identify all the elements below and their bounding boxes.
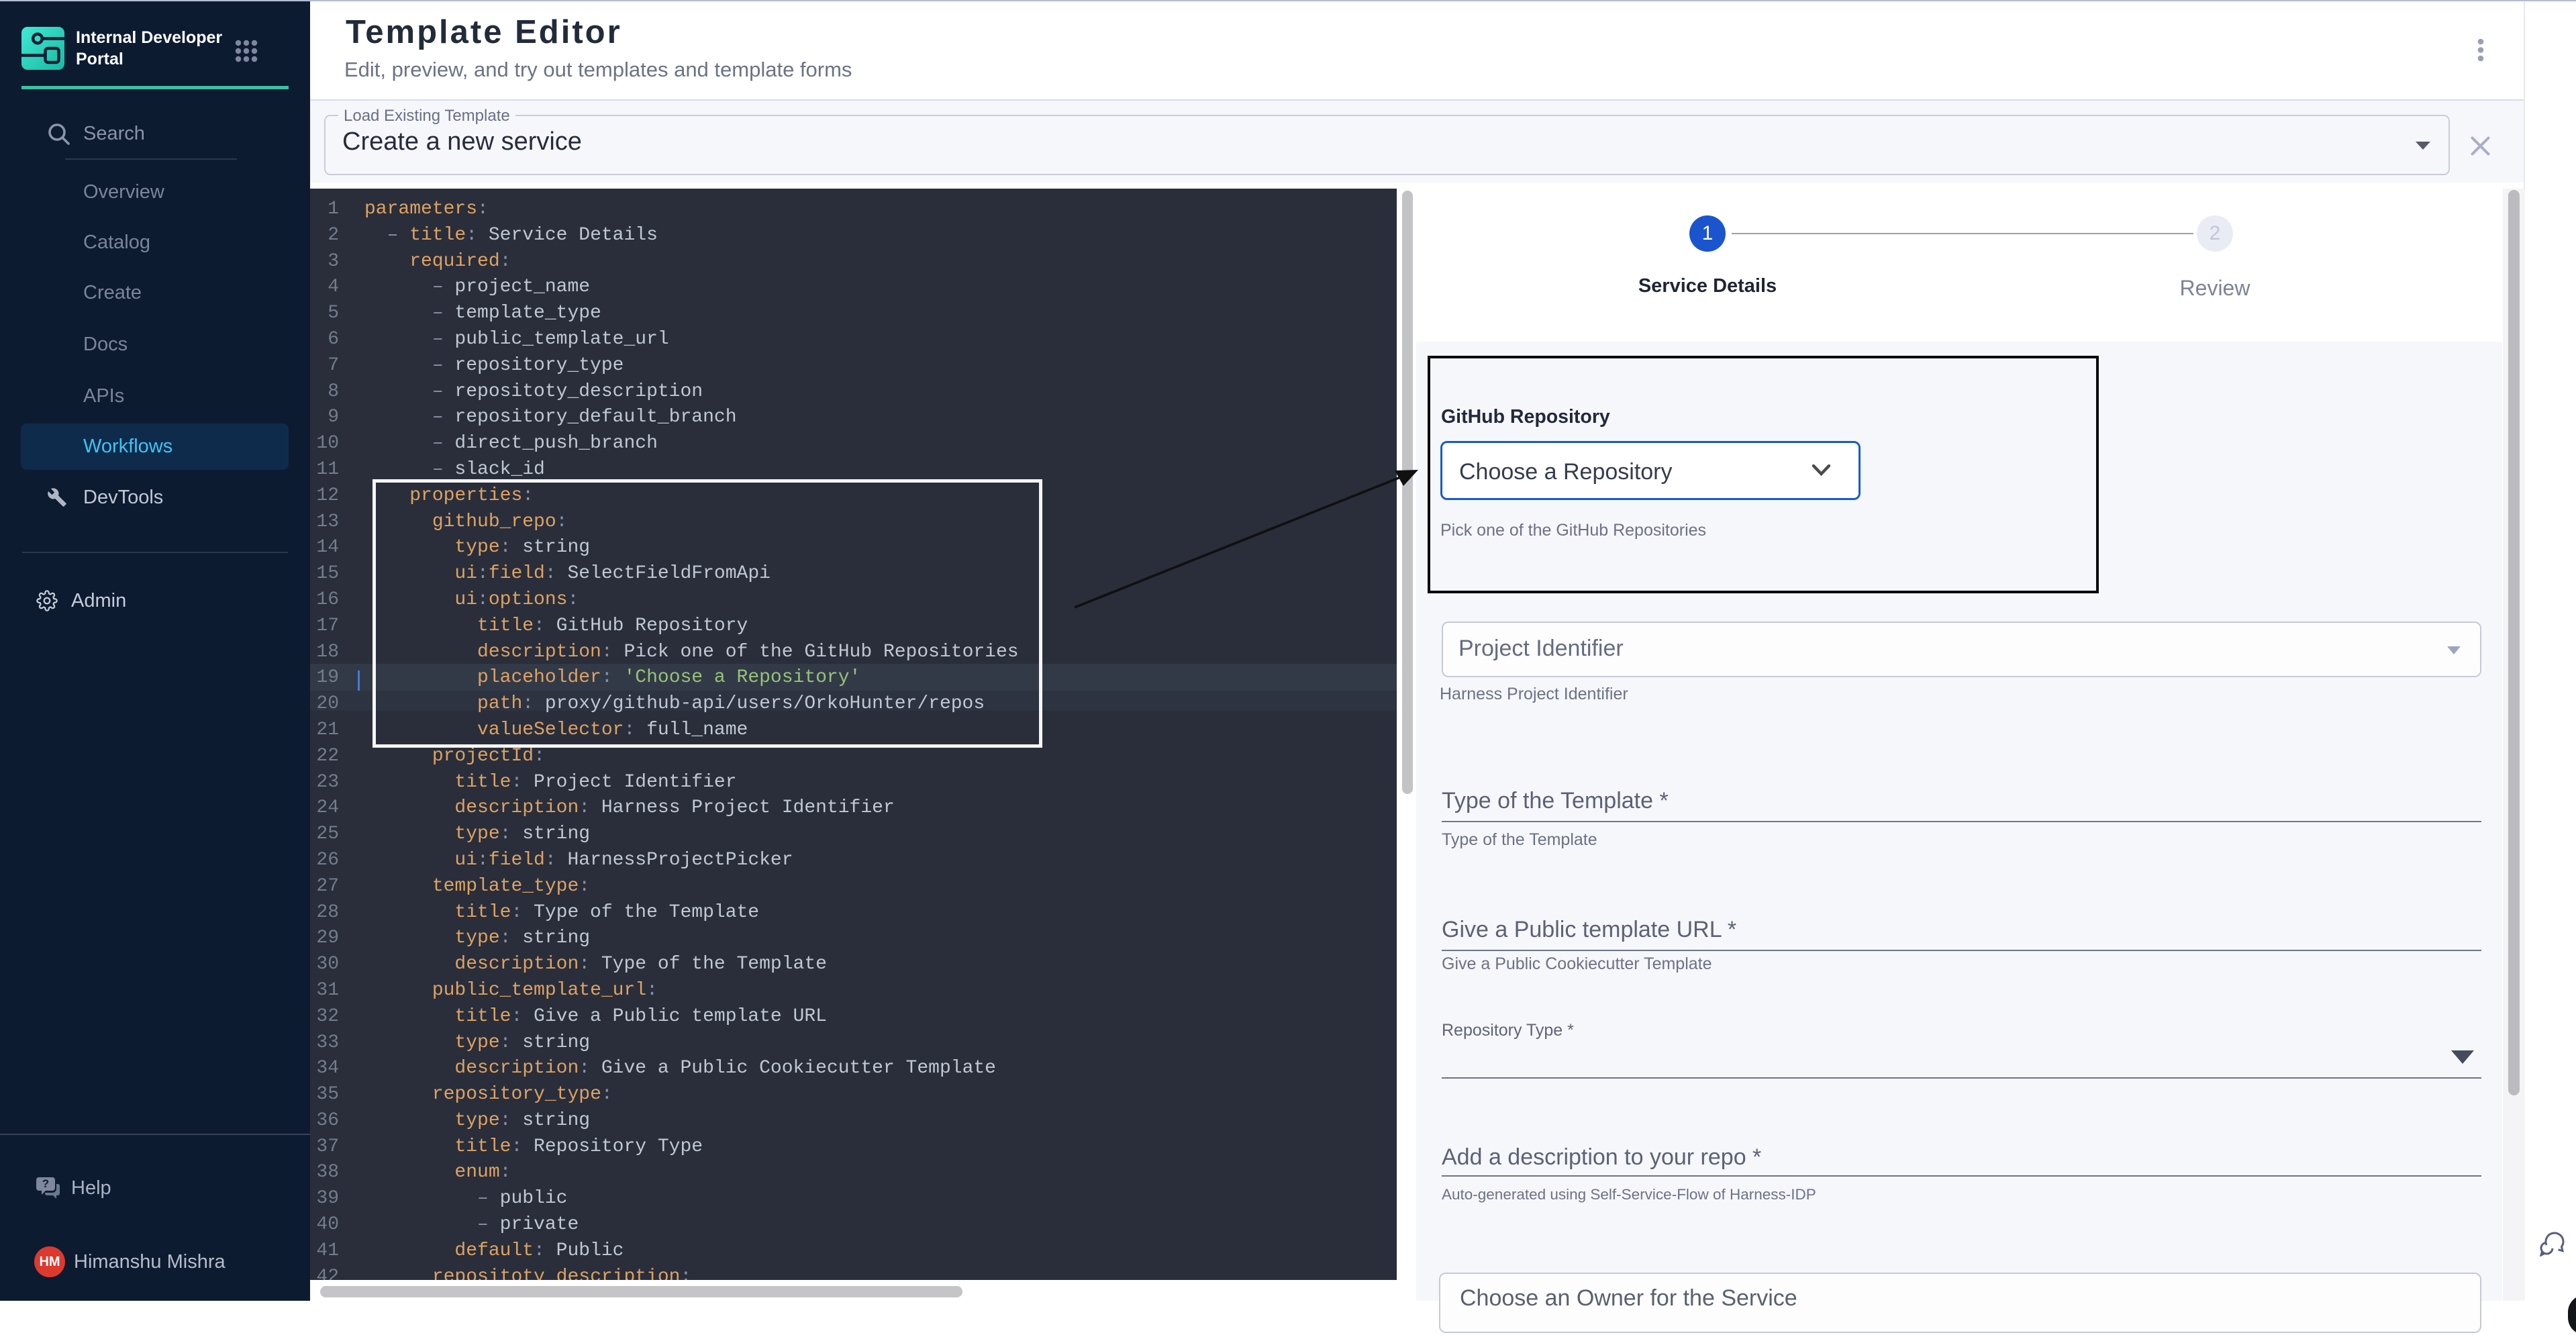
svg-text:?: ? <box>42 1177 49 1190</box>
